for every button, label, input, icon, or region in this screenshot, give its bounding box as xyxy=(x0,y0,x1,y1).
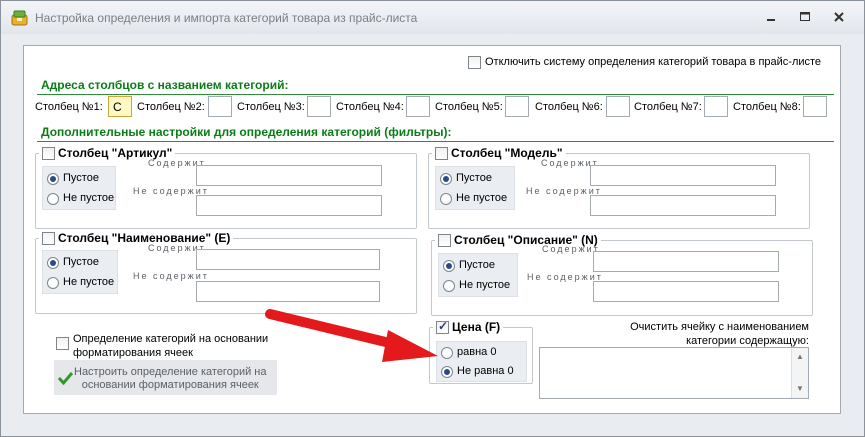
filter-group-description: Столбец "Описание" (N) Пустое Не пустое … xyxy=(431,233,813,316)
disable-system-label: Отключить систему определения категорий … xyxy=(485,56,822,68)
disable-system-checkbox[interactable] xyxy=(468,56,481,69)
scroll-down-icon[interactable]: ▼ xyxy=(792,381,808,397)
model-empty-label: Пустое xyxy=(456,172,492,184)
description-not-contains-input[interactable] xyxy=(593,281,779,302)
filters-section-divider xyxy=(37,141,834,142)
column-3-input[interactable] xyxy=(307,96,331,117)
column-7-label: Столбец №7: xyxy=(634,101,702,113)
window-title: Настройка определения и импорта категори… xyxy=(35,11,418,25)
name-not-empty-label: Не пустое xyxy=(63,276,115,288)
description-contains-input[interactable] xyxy=(593,251,779,272)
column-1-input[interactable]: C xyxy=(108,96,132,117)
columns-section-title: Адреса столбцов с названием категорий: xyxy=(41,78,289,92)
description-not-empty-label: Не пустое xyxy=(459,279,511,291)
filter-group-article: Столбец "Артикул" Пустое Не пустое Содер… xyxy=(35,146,417,229)
article-empty-radio[interactable] xyxy=(47,173,59,185)
dialog-content: Отключить систему определения категорий … xyxy=(23,45,841,414)
description-empty-label: Пустое xyxy=(459,259,495,271)
clear-cell-textarea[interactable]: ▲ ▼ xyxy=(539,347,809,399)
article-empty-label: Пустое xyxy=(63,172,99,184)
app-icon xyxy=(11,10,28,26)
columns-section-divider xyxy=(37,94,834,95)
column-2-input[interactable] xyxy=(208,96,232,117)
name-filter-checkbox[interactable] xyxy=(42,231,55,245)
column-4-input[interactable] xyxy=(406,96,430,117)
model-contains-input[interactable] xyxy=(590,165,776,186)
price-radio-group: равна 0 Не равна 0 xyxy=(436,341,527,382)
clear-cell-label-line1: Очистить ячейку с наименованием xyxy=(630,321,809,333)
article-not-empty-radio[interactable] xyxy=(47,193,59,205)
checkmark-icon xyxy=(58,372,73,385)
filters-section-title: Дополнительные настройки для определения… xyxy=(41,125,452,139)
price-group: Цена (F) равна 0 Не равна 0 xyxy=(429,319,533,384)
column-3-label: Столбец №3: xyxy=(237,101,305,113)
model-not-contains-input[interactable] xyxy=(590,195,776,216)
article-contains-input[interactable] xyxy=(196,165,382,186)
column-6-label: Столбец №6: xyxy=(535,101,603,113)
name-radio-group: Пустое Не пустое xyxy=(42,250,118,294)
name-contains-input[interactable] xyxy=(196,249,380,270)
column-2-label: Столбец №2: xyxy=(137,101,205,113)
dialog-window: Настройка определения и импорта категори… xyxy=(0,0,865,437)
clear-cell-label-line2: категории содержащую: xyxy=(686,335,809,347)
price-not-zero-radio[interactable] xyxy=(441,366,453,378)
red-arrow-annotation xyxy=(265,309,438,362)
configure-format-label-line2: основании форматирования ячеек xyxy=(81,379,259,391)
column-1-value: C xyxy=(113,100,122,114)
format-detection-label-line2: форматирования ячеек xyxy=(73,347,193,359)
column-1-label: Столбец №1: xyxy=(35,101,103,113)
description-radio-group: Пустое Не пустое xyxy=(438,253,518,297)
filter-group-model: Столбец "Модель" Пустое Не пустое Содерж… xyxy=(428,146,810,229)
format-detection-checkbox[interactable] xyxy=(56,337,69,350)
clear-cell-label: Очистить ячейку с наименованием категори… xyxy=(630,320,809,348)
maximize-button[interactable] xyxy=(797,10,813,24)
close-button[interactable] xyxy=(831,10,847,24)
name-empty-label: Пустое xyxy=(63,256,99,268)
price-not-zero-label: Не равна 0 xyxy=(457,365,514,377)
textarea-scrollbar[interactable]: ▲ ▼ xyxy=(791,348,808,398)
model-filter-checkbox[interactable] xyxy=(435,146,448,160)
description-filter-checkbox[interactable] xyxy=(438,233,451,247)
description-empty-radio[interactable] xyxy=(443,260,455,272)
column-5-input[interactable] xyxy=(505,96,529,117)
column-6-input[interactable] xyxy=(606,96,630,117)
description-not-contains-label: Не содержит xyxy=(527,272,603,282)
column-5-label: Столбец №5: xyxy=(435,101,503,113)
price-filter-title: Цена (F) xyxy=(452,320,501,334)
description-contains-label: Содержит xyxy=(542,244,600,254)
configure-format-button[interactable]: Настроить определение категорий на основ… xyxy=(54,360,277,395)
model-not-empty-radio[interactable] xyxy=(440,193,452,205)
description-not-empty-radio[interactable] xyxy=(443,280,455,292)
model-empty-radio[interactable] xyxy=(440,173,452,185)
maximize-icon xyxy=(800,12,810,21)
minimize-icon xyxy=(767,19,775,21)
format-detection-label-line1: Определение категорий на основании xyxy=(73,333,269,345)
article-not-empty-label: Не пустое xyxy=(63,192,115,204)
name-not-contains-input[interactable] xyxy=(196,281,380,302)
name-not-contains-label: Не содержит xyxy=(133,271,209,281)
column-8-label: Столбец №8: xyxy=(733,101,801,113)
format-detection-label: Определение категорий на основании форма… xyxy=(73,332,268,360)
article-radio-group: Пустое Не пустое xyxy=(42,166,116,210)
filter-group-name: Столбец "Наименование" (E) Пустое Не пус… xyxy=(35,231,417,314)
model-not-empty-label: Не пустое xyxy=(456,192,508,204)
column-7-input[interactable] xyxy=(704,96,728,117)
close-icon xyxy=(834,12,844,22)
configure-format-label-line1: Настроить определение категорий на xyxy=(74,366,267,378)
title-bar[interactable]: Настройка определения и импорта категори… xyxy=(1,1,864,34)
configure-format-label: Настроить определение категорий на основ… xyxy=(74,366,266,392)
article-not-contains-input[interactable] xyxy=(196,195,382,216)
column-8-input[interactable] xyxy=(803,96,827,117)
model-radio-group: Пустое Не пустое xyxy=(435,166,515,210)
article-filter-checkbox[interactable] xyxy=(42,146,55,160)
name-not-empty-radio[interactable] xyxy=(47,277,59,289)
price-equals-zero-label: равна 0 xyxy=(457,346,497,358)
name-empty-radio[interactable] xyxy=(47,257,59,269)
column-4-label: Столбец №4: xyxy=(336,101,404,113)
scroll-up-icon[interactable]: ▲ xyxy=(792,349,808,365)
minimize-button[interactable] xyxy=(763,10,779,24)
